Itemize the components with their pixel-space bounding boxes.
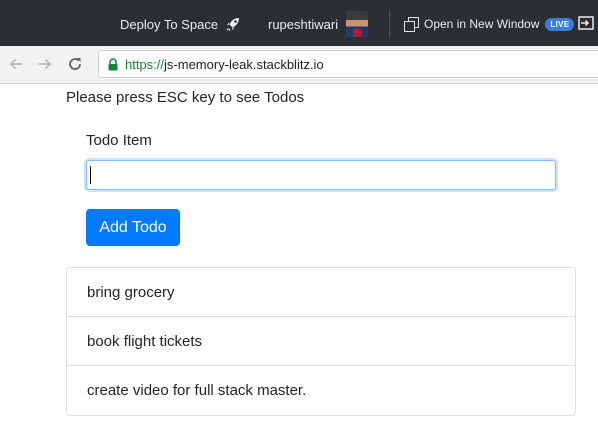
back-button[interactable] [6, 54, 26, 74]
text-caret [90, 166, 91, 184]
avatar [346, 11, 369, 37]
lock-icon [108, 57, 118, 70]
reload-button[interactable] [65, 54, 85, 74]
esc-hint-text: Please press ESC key to see Todos [66, 89, 305, 106]
url-scheme: https:// [125, 56, 165, 72]
list-item[interactable]: bring grocery [67, 268, 575, 317]
url-host: js-memory-leak.stackblitz.io [164, 56, 324, 72]
topbar-divider [389, 10, 390, 38]
stackblitz-topbar: Deploy To Space rupeshtiwari Open in New… [0, 0, 598, 46]
browser-toolbar: https://js-memory-leak.stackblitz.io [0, 46, 598, 84]
forward-arrow-icon [39, 58, 52, 70]
todo-item-label: Todo Item [86, 132, 152, 149]
todo-list: bring grocery book flight tickets create… [66, 267, 576, 416]
open-window-icon [404, 17, 419, 32]
todo-input[interactable] [86, 160, 556, 190]
exit-icon[interactable] [578, 16, 594, 30]
deploy-label: Deploy To Space [120, 16, 219, 32]
forward-button[interactable] [35, 54, 55, 74]
open-in-new-window-button[interactable]: Open in New Window LIVE [404, 14, 575, 34]
list-item[interactable]: create video for full stack master. [67, 366, 575, 415]
deploy-button[interactable]: Deploy To Space [120, 13, 241, 35]
reload-icon [69, 58, 81, 70]
rocket-icon [226, 18, 240, 31]
live-badge: LIVE [545, 17, 575, 31]
back-arrow-icon [9, 58, 22, 70]
username: rupeshtiwari [268, 16, 339, 32]
add-todo-button[interactable]: Add Todo [86, 209, 180, 246]
address-bar[interactable]: https://js-memory-leak.stackblitz.io [98, 50, 598, 78]
list-item[interactable]: book flight tickets [67, 317, 575, 366]
open-window-label: Open in New Window [424, 17, 540, 31]
user-menu[interactable]: rupeshtiwari [268, 11, 369, 37]
